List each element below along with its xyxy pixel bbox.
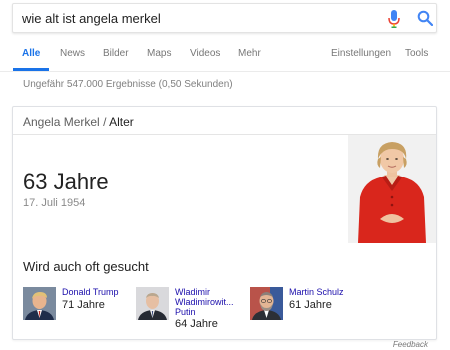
- feedback-link[interactable]: Feedback: [393, 340, 428, 349]
- related-item-martin-schulz[interactable]: Martin Schulz 61 Jahre: [250, 287, 360, 327]
- martin-schulz-thumbnail[interactable]: [250, 287, 283, 320]
- tabs-divider: [0, 71, 450, 72]
- related-heading: Wird auch oft gesucht: [23, 259, 149, 274]
- related-age: 71 Jahre: [62, 299, 105, 311]
- breadcrumb-entity[interactable]: Angela Merkel: [23, 115, 100, 129]
- wladimir-putin-thumbnail[interactable]: [136, 287, 169, 320]
- tab-settings[interactable]: Einstellungen: [331, 36, 391, 71]
- tab-images[interactable]: Bilder: [103, 36, 129, 71]
- breadcrumb-attribute: Alter: [109, 115, 134, 129]
- search-box[interactable]: [12, 3, 437, 33]
- mic-icon[interactable]: [388, 10, 400, 28]
- answer-date: 17. Juli 1954: [23, 197, 86, 209]
- tab-news[interactable]: News: [60, 36, 85, 71]
- tab-all[interactable]: Alle: [13, 36, 50, 71]
- tab-maps[interactable]: Maps: [147, 36, 171, 71]
- tab-videos[interactable]: Videos: [190, 36, 220, 71]
- answer-value: 63 Jahre: [23, 169, 109, 194]
- breadcrumb-separator: /: [103, 115, 107, 129]
- search-tabs: Alle News Bilder Maps Videos Mehr Einste…: [0, 36, 450, 71]
- answer-card: Angela Merkel / Alter 63 Jahre 17. Juli …: [12, 106, 437, 340]
- breadcrumb: Angela Merkel / Alter: [23, 115, 134, 129]
- tab-tools[interactable]: Tools: [405, 36, 428, 71]
- related-age: 61 Jahre: [289, 299, 332, 311]
- related-name-line-1[interactable]: Donald Trump: [62, 287, 119, 297]
- donald-trump-thumbnail[interactable]: [23, 287, 56, 320]
- related-item-wladimir-putin[interactable]: Wladimir Wladimirowit... Putin 64 Jahre: [136, 287, 246, 330]
- related-name-line-2[interactable]: Wladimirowit...: [175, 297, 234, 307]
- tab-more[interactable]: Mehr: [238, 36, 261, 71]
- related-name-line-1[interactable]: Martin Schulz: [289, 287, 344, 297]
- related-name-line-3[interactable]: Putin: [175, 307, 196, 317]
- result-stats: Ungefähr 547.000 Ergebnisse (0,50 Sekund…: [23, 79, 233, 90]
- related-name-line-1[interactable]: Wladimir: [175, 287, 210, 297]
- related-age: 64 Jahre: [175, 318, 218, 330]
- search-input[interactable]: [22, 4, 377, 32]
- search-icon[interactable]: [417, 10, 433, 26]
- merkel-photo[interactable]: [348, 135, 436, 243]
- related-item-donald-trump[interactable]: Donald Trump 71 Jahre: [23, 287, 123, 327]
